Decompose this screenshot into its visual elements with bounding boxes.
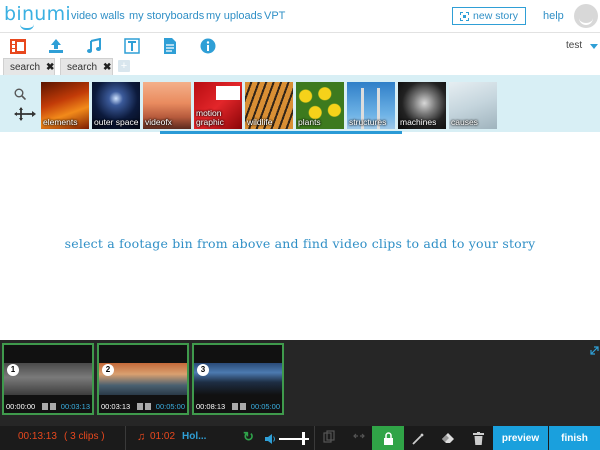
music-icon[interactable] [86,38,102,54]
nav-link-video-walls[interactable]: video walls [71,10,125,22]
nav-link-my-uploads[interactable]: my uploads [206,10,262,22]
logo-text: binumi [4,3,72,25]
timeline-clip[interactable]: 3 00:08:13 00:05:00 [192,343,284,415]
refresh-icon[interactable]: ↻ [243,430,254,444]
clip-actions [137,403,153,410]
bin-causes[interactable]: causes [449,82,497,129]
bin-machines[interactable]: machines [398,82,446,129]
search-tabs: search ✖ search ✖ + [0,58,600,75]
user-menu[interactable]: test [566,40,582,51]
clip-in-time: 00:08:13 [196,402,226,411]
bin-outer-space[interactable]: outer space [92,82,140,129]
clip-settings-icon[interactable] [145,403,151,410]
bin-label: videofx [145,117,172,127]
nav-link-vpt[interactable]: VPT [264,10,285,22]
close-icon[interactable]: ✖ [103,62,111,73]
lock-icon [383,431,393,445]
media-toolbar [0,34,600,58]
add-tab-button[interactable]: + [118,60,130,72]
preview-button[interactable]: preview [493,426,548,450]
upload-icon[interactable] [48,38,64,54]
clip-number: 2 [102,364,114,376]
bin-elements[interactable]: elements [41,82,89,129]
tab-search-1[interactable]: search ✖ [3,58,55,75]
bin-structures[interactable]: structures [347,82,395,129]
clip-out-time: 00:03:13 [60,402,90,411]
help-link[interactable]: help [543,10,564,22]
volume-handle[interactable] [302,432,305,445]
tab-search-2[interactable]: search ✖ [60,58,113,75]
info-icon[interactable] [200,38,216,54]
speaker-icon[interactable] [264,432,276,450]
clip-in-time: 00:03:13 [101,402,131,411]
music-duration: 01:02 [150,431,176,442]
story-duration: 00:13:13 [18,431,57,442]
bin-videofx[interactable]: videofx [143,82,191,129]
bin-label: elements [43,117,78,127]
new-story-button[interactable]: new story [452,7,526,25]
bin-label: motion graphic [196,108,224,127]
close-icon[interactable]: ✖ [46,62,54,73]
clip-actions [232,403,248,410]
clip-number: 1 [7,364,19,376]
film-icon[interactable] [10,38,26,54]
new-story-icon [460,11,470,21]
empty-state-message: select a footage bin from above and find… [64,236,536,251]
logo[interactable]: binumi [4,3,72,30]
bottom-bar: 00:13:13 ( 3 clips ) ♫ 01:02 Hol... ↻ pr… [0,426,600,450]
avatar[interactable] [574,4,598,28]
magic-wand-icon[interactable] [410,430,426,446]
clip-number: 3 [197,364,209,376]
clip-in-time: 00:00:00 [6,402,36,411]
clip-count: ( 3 clips ) [64,431,105,442]
divider [314,426,315,450]
trash-icon[interactable] [470,430,486,446]
eraser-icon[interactable] [440,430,456,446]
text-icon[interactable] [124,38,140,54]
tab-label: search [67,61,98,73]
clip-out-time: 00:05:00 [250,402,280,411]
divider [125,426,126,450]
bins-scrollbar[interactable] [160,131,402,134]
document-icon[interactable] [162,38,178,54]
clip-actions [42,403,58,410]
clip-out-time: 00:05:00 [155,402,185,411]
finish-button[interactable]: finish [549,426,600,450]
new-story-label: new story [473,10,518,22]
bin-motion-graphic[interactable]: motion graphic [194,82,242,129]
bin-label: causes [451,117,478,127]
music-title[interactable]: Hol... [182,431,206,442]
bin-wildlife[interactable]: wildlife [245,82,293,129]
logo-smile-icon [20,24,34,30]
bin-label: outer space [94,117,139,127]
bin-plants[interactable]: plants [296,82,344,129]
bin-thumbnail-shape [216,86,240,100]
mute-icon[interactable] [137,403,143,410]
bin-label: structures [349,117,387,127]
clip-settings-icon[interactable] [240,403,246,410]
timeline-clip[interactable]: 2 00:03:13 00:05:00 [97,343,189,415]
binumi-editor: binumi video walls my storyboards my upl… [0,0,600,450]
chevron-down-icon[interactable] [590,44,598,49]
mute-icon[interactable] [232,403,238,410]
clip-settings-icon[interactable] [50,403,56,410]
move-arrows-icon[interactable] [14,107,36,126]
expand-icon[interactable] [590,342,599,360]
lock-button[interactable] [372,426,404,450]
timeline-clip[interactable]: 1 00:00:00 00:03:13 [2,343,94,415]
search-icon[interactable] [14,87,27,105]
copy-icon[interactable] [322,430,336,444]
bin-label: machines [400,117,437,127]
mute-icon[interactable] [42,403,48,410]
music-note-icon: ♫ [137,431,146,443]
footage-bins: elements outer space videofx motion grap… [0,75,600,132]
bin-label: wildlife [247,117,273,127]
top-nav: binumi video walls my storyboards my upl… [0,0,600,33]
bin-label: plants [298,117,321,127]
nav-link-my-storyboards[interactable]: my storyboards [129,10,204,22]
tab-label: search [10,61,41,73]
split-icon[interactable] [352,430,366,444]
